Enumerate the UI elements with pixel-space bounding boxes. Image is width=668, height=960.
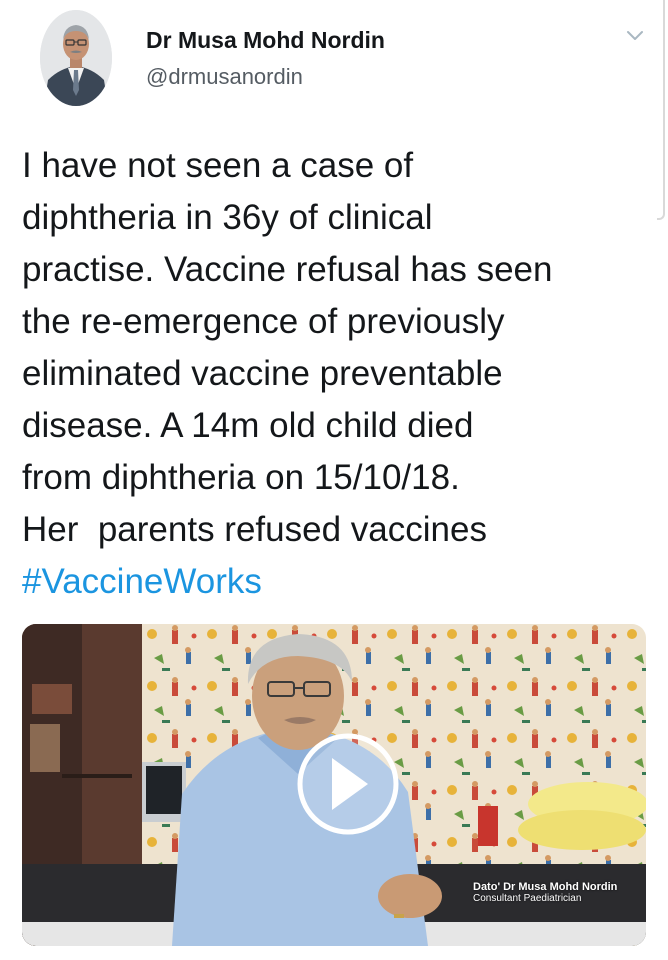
tweet-text-line: from diphtheria on 15/10/18. xyxy=(22,458,460,497)
display-name[interactable]: Dr Musa Mohd Nordin xyxy=(146,27,385,54)
video-thumbnail[interactable]: Dato' Dr Musa Mohd Nordin Consultant Pae… xyxy=(22,624,646,946)
tweet-text-line: disease. A 14m old child died xyxy=(22,406,474,445)
user-handle[interactable]: @drmusanordin xyxy=(146,64,303,90)
video-caption: Dato' Dr Musa Mohd Nordin Consultant Pae… xyxy=(473,881,617,905)
tweet-text: I have not seen a case of diphtheria in … xyxy=(22,140,652,608)
avatar[interactable] xyxy=(40,10,112,106)
tweet-card: Dr Musa Mohd Nordin @drmusanordin I have… xyxy=(0,0,668,960)
tweet-text-line: Her parents refused vaccines xyxy=(22,510,487,549)
chevron-down-icon[interactable] xyxy=(624,24,646,46)
tweet-text-line: eliminated vaccine preventable xyxy=(22,354,503,393)
hashtag-link[interactable]: #VaccineWorks xyxy=(22,556,652,608)
tweet-text-line: practise. Vaccine refusal has seen xyxy=(22,250,553,289)
tweet-text-line: I have not seen a case of xyxy=(22,146,414,185)
caption-name: Dato' Dr Musa Mohd Nordin xyxy=(473,881,618,893)
scrollbar-edge xyxy=(657,0,665,220)
tweet-text-line: diphtheria in 36y of clinical xyxy=(22,198,433,237)
caption-title: Consultant Paediatrician xyxy=(473,893,582,904)
tweet-text-line: the re-emergence of previously xyxy=(22,302,505,341)
avatar-photo xyxy=(40,10,112,106)
